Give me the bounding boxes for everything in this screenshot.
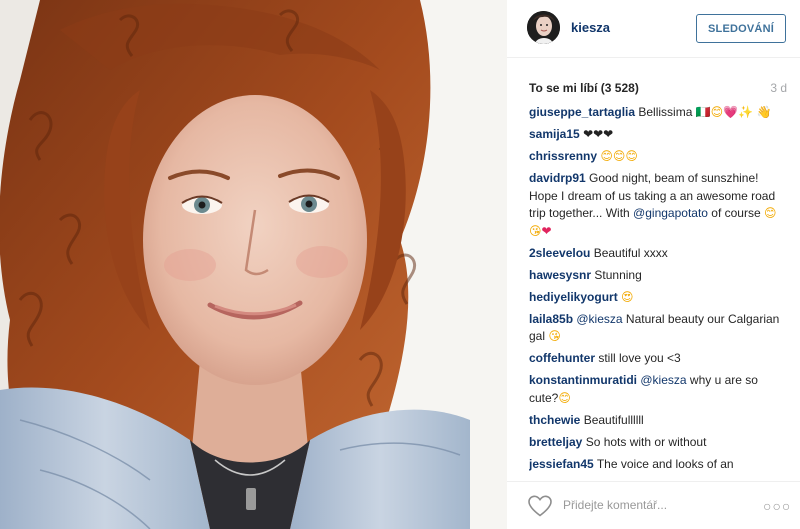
comment-username[interactable]: hediyelikyogurt — [529, 290, 618, 304]
comment-item: laila85b @kiesza Natural beauty our Calg… — [529, 311, 787, 346]
comment-username[interactable]: laila85b — [529, 312, 573, 326]
comment-username[interactable]: thchewie — [529, 413, 580, 427]
comment-mention[interactable]: @gingapotato — [633, 206, 708, 220]
comment-text: Bellissima — [635, 105, 696, 119]
avatar-image — [527, 11, 560, 44]
post-side-panel: kiesza SLEDOVÁNÍ To se mi líbí (3 528) 3… — [507, 0, 800, 529]
comment-item: giuseppe_tartaglia Bellissima 🇮🇹😊💗✨ 👋 — [529, 104, 787, 122]
post-photo-image — [0, 0, 507, 529]
comment-username[interactable]: chrissrenny — [529, 149, 597, 163]
comment-username[interactable]: samija15 — [529, 127, 580, 141]
comment-item: samija15 ❤❤❤ — [529, 126, 787, 144]
comment-username[interactable]: jessiefan45 — [529, 457, 594, 471]
emoji-icon: ✨ — [738, 105, 754, 119]
comment-text: Beautiful xxxx — [590, 245, 668, 260]
comment-text: Stunning — [591, 267, 642, 282]
more-options-icon[interactable]: ○○○ — [763, 496, 790, 516]
comment-text: The voice and looks of an — [593, 456, 734, 471]
comment-item: chrissrenny 😊😊😊 — [529, 148, 787, 166]
emoji-icon: 😍 — [621, 289, 634, 304]
comment-text: of course — [707, 206, 764, 220]
author-username[interactable]: kiesza — [571, 20, 610, 35]
post-header: kiesza SLEDOVÁNÍ — [507, 0, 800, 58]
emoji-icon: 💗 — [723, 105, 739, 119]
comment-username[interactable]: konstantinmuratidi — [529, 373, 637, 387]
comment-mention[interactable]: @kiesza — [640, 373, 686, 387]
comment-item: 2sleevelou Beautiful xxxx — [529, 245, 787, 263]
comment-item: coffehunter still love you <3 — [529, 350, 787, 368]
emoji-icon: 😊😊😊 — [600, 149, 638, 163]
comment-input[interactable] — [563, 492, 753, 518]
comment-text: So hots with or without — [582, 434, 707, 449]
avatar[interactable] — [527, 11, 560, 44]
comment-item: konstantinmuratidi @kiesza why u are so … — [529, 372, 787, 407]
likes-row: To se mi líbí (3 528) 3 d — [529, 81, 787, 97]
post-time[interactable]: 3 d — [770, 81, 787, 95]
comment-list: giuseppe_tartaglia Bellissima 🇮🇹😊💗✨ 👋 sam… — [529, 104, 787, 474]
comment-item: jessiefan45 The voice and looks of an — [529, 456, 787, 474]
comment-item: bretteljay So hots with or without — [529, 434, 787, 452]
comment-item: davidrp91 Good night, beam of sunszhine!… — [529, 170, 787, 240]
comment-text: Beautifullllll — [580, 412, 644, 427]
emoji-icon: ❤❤❤ — [583, 127, 614, 141]
comment-username[interactable]: bretteljay — [529, 435, 582, 449]
emoji-icon: 😊 — [558, 390, 571, 405]
comment-item: thchewie Beautifullllll — [529, 412, 787, 430]
comment-username[interactable]: 2sleevelou — [529, 246, 590, 260]
heart-outline-icon[interactable] — [527, 494, 553, 518]
emoji-icon: 👋 — [756, 105, 772, 119]
post-photo[interactable] — [0, 0, 507, 529]
comment-username[interactable]: hawesysnr — [529, 268, 591, 282]
follow-button[interactable]: SLEDOVÁNÍ — [696, 14, 786, 43]
comment-item: hawesysnr Stunning — [529, 267, 787, 285]
comment-username[interactable]: coffehunter — [529, 351, 595, 365]
comment-username[interactable]: giuseppe_tartaglia — [529, 105, 635, 119]
comment-username[interactable]: davidrp91 — [529, 171, 586, 185]
comment-item: hediyelikyogurt 😍 — [529, 289, 787, 307]
post-footer: ○○○ — [507, 481, 800, 529]
comment-mention[interactable]: @kiesza — [576, 312, 622, 326]
emoji-icon: 😊 — [710, 105, 724, 119]
emoji-icon: 😘 — [548, 329, 561, 343]
emoji-icon: ❤ — [541, 223, 552, 238]
likes-count[interactable]: To se mi líbí (3 528) — [529, 81, 639, 95]
emoji-icon: 🇮🇹 — [695, 105, 711, 119]
comment-text: still love you <3 — [595, 351, 681, 365]
